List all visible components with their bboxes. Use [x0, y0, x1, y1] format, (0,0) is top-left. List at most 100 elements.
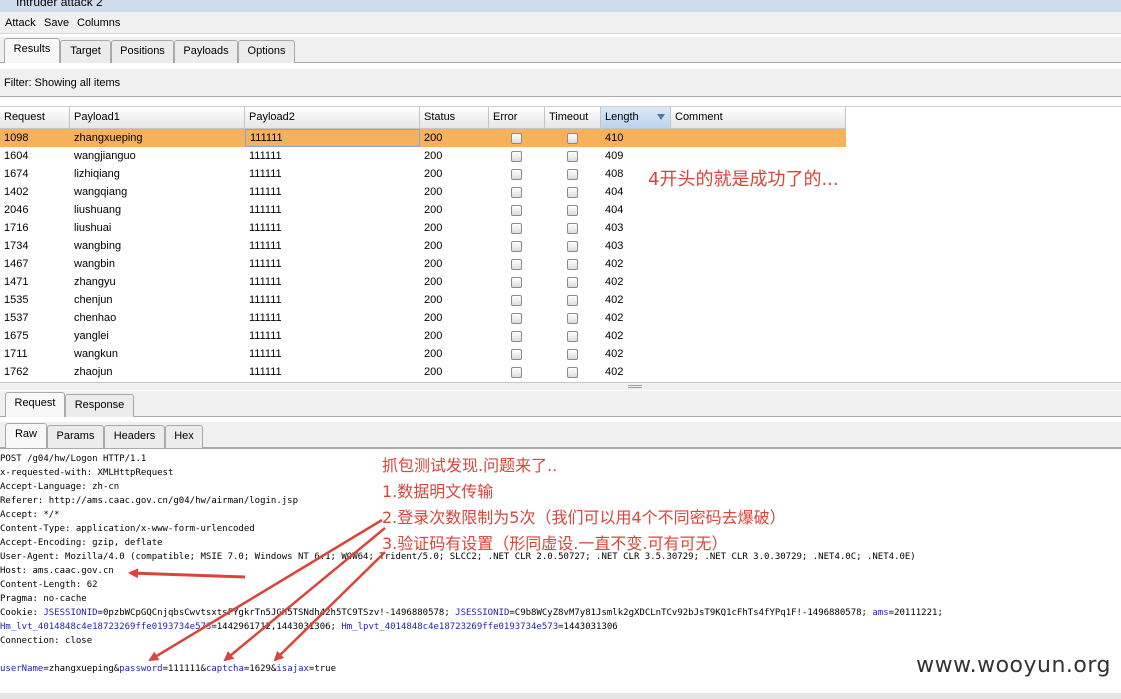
timeout-checkbox[interactable] [567, 205, 578, 216]
timeout-checkbox[interactable] [567, 259, 578, 270]
pane-splitter[interactable] [0, 382, 1121, 390]
error-checkbox[interactable] [511, 187, 522, 198]
col-payload2[interactable]: Payload2 [245, 107, 420, 129]
menu-save[interactable]: Save [44, 17, 69, 29]
error-checkbox[interactable] [511, 349, 522, 360]
main-tab-bar: Results Target Positions Payloads Option… [0, 37, 1121, 63]
post-body-line: userName=zhangxueping&password=111111&ca… [0, 664, 336, 674]
cell-payload2: 111111 [249, 186, 282, 198]
col-status[interactable]: Status [420, 107, 489, 129]
error-checkbox[interactable] [511, 223, 522, 234]
cell-length: 402 [605, 294, 624, 306]
table-row[interactable]: 1535 chenjun 111111 200 402 [0, 291, 846, 309]
tab-request[interactable]: Request [5, 392, 65, 417]
table-row[interactable]: 2046 liushuang 111111 200 404 [0, 201, 846, 219]
error-checkbox[interactable] [511, 367, 522, 378]
table-row[interactable]: 1734 wangbing 111111 200 403 [0, 237, 846, 255]
table-row[interactable]: 1467 wangbin 111111 200 402 [0, 255, 846, 273]
request-line: Accept: */* [0, 510, 60, 520]
timeout-checkbox[interactable] [567, 133, 578, 144]
cell-status: 200 [424, 294, 443, 306]
tab-target[interactable]: Target [60, 40, 111, 63]
menu-attack[interactable]: Attack [5, 17, 36, 29]
cell-payload1: wangqiang [74, 186, 128, 198]
cell-length: 403 [605, 240, 624, 252]
cell-request: 2046 [4, 204, 29, 216]
timeout-checkbox[interactable] [567, 241, 578, 252]
cell-payload2: 111111 [249, 168, 282, 180]
timeout-checkbox[interactable] [567, 313, 578, 324]
timeout-checkbox[interactable] [567, 187, 578, 198]
col-length[interactable]: Length [601, 107, 671, 129]
filter-bar[interactable]: Filter: Showing all items [0, 69, 1121, 97]
tab-headers[interactable]: Headers [104, 425, 165, 448]
table-row[interactable]: 1537 chenhao 111111 200 402 [0, 309, 846, 327]
error-checkbox[interactable] [511, 331, 522, 342]
table-row[interactable]: 1716 liushuai 111111 200 403 [0, 219, 846, 237]
table-row[interactable]: 1675 yanglei 111111 200 402 [0, 327, 846, 345]
cell-request: 1762 [4, 366, 29, 378]
cell-length: 402 [605, 258, 624, 270]
cell-length: 402 [605, 276, 624, 288]
splitter-grip-icon[interactable] [628, 385, 642, 388]
menu-bar: Attack Save Columns [0, 12, 1121, 34]
cell-payload1: chenhao [74, 312, 117, 324]
tab-payloads[interactable]: Payloads [174, 40, 238, 63]
cell-payload1: zhaojun [74, 366, 113, 378]
error-checkbox[interactable] [511, 295, 522, 306]
col-request[interactable]: Request [0, 107, 70, 129]
col-error[interactable]: Error [489, 107, 545, 129]
col-payload1[interactable]: Payload1 [70, 107, 245, 129]
tab-results[interactable]: Results [4, 38, 60, 63]
cell-payload1: liushuai [74, 222, 112, 234]
error-checkbox[interactable] [511, 313, 522, 324]
cell-request: 1467 [4, 258, 29, 270]
error-checkbox[interactable] [511, 169, 522, 180]
tab-response[interactable]: Response [65, 394, 134, 417]
cell-length: 409 [605, 150, 624, 162]
timeout-checkbox[interactable] [567, 169, 578, 180]
timeout-checkbox[interactable] [567, 331, 578, 342]
table-row[interactable]: 1098 zhangxueping 111111 200 410 [0, 129, 846, 147]
cell-status: 200 [424, 330, 443, 342]
timeout-checkbox[interactable] [567, 295, 578, 306]
tab-hex[interactable]: Hex [165, 425, 203, 448]
tab-options[interactable]: Options [238, 40, 295, 63]
cell-status: 200 [424, 204, 443, 216]
timeout-checkbox[interactable] [567, 151, 578, 162]
table-row[interactable]: 1762 zhaojun 111111 200 402 [0, 363, 846, 381]
cell-payload2: 111111 [249, 258, 282, 270]
cell-payload2: 111111 [249, 366, 282, 378]
tab-positions[interactable]: Positions [111, 40, 174, 63]
error-checkbox[interactable] [511, 259, 522, 270]
error-checkbox[interactable] [511, 151, 522, 162]
cell-status: 200 [424, 222, 443, 234]
annotation-findings-title: 抓包测试发现.问题来了.. [382, 456, 558, 475]
col-comment[interactable]: Comment [671, 107, 846, 129]
cell-payload1: zhangyu [74, 276, 116, 288]
timeout-checkbox[interactable] [567, 223, 578, 234]
timeout-checkbox[interactable] [567, 277, 578, 288]
cookie-line-continued: Hm_lvt_4014848c4e18723269ffe0193734e573=… [0, 622, 618, 632]
request-line: Content-Type: application/x-www-form-url… [0, 524, 255, 534]
table-row[interactable]: 1604 wangjianguo 111111 200 409 [0, 147, 846, 165]
error-checkbox[interactable] [511, 133, 522, 144]
tab-params[interactable]: Params [47, 425, 104, 448]
timeout-checkbox[interactable] [567, 367, 578, 378]
cell-request: 1674 [4, 168, 29, 180]
timeout-checkbox[interactable] [567, 349, 578, 360]
error-checkbox[interactable] [511, 241, 522, 252]
tab-raw[interactable]: Raw [5, 423, 47, 448]
request-line: Pragma: no-cache [0, 594, 87, 604]
error-checkbox[interactable] [511, 277, 522, 288]
annotation-login-limit: 2.登录次数限制为5次（我们可以用4个不同密码去爆破） [382, 508, 786, 527]
table-row[interactable]: 1471 zhangyu 111111 200 402 [0, 273, 846, 291]
cell-length: 402 [605, 366, 624, 378]
error-checkbox[interactable] [511, 205, 522, 216]
cell-request: 1402 [4, 186, 29, 198]
window-title: Intruder attack 2 [16, 0, 103, 9]
menu-columns[interactable]: Columns [77, 17, 120, 29]
table-row[interactable]: 1711 wangkun 111111 200 402 [0, 345, 846, 363]
col-timeout[interactable]: Timeout [545, 107, 601, 129]
cell-payload1: zhangxueping [74, 132, 143, 144]
